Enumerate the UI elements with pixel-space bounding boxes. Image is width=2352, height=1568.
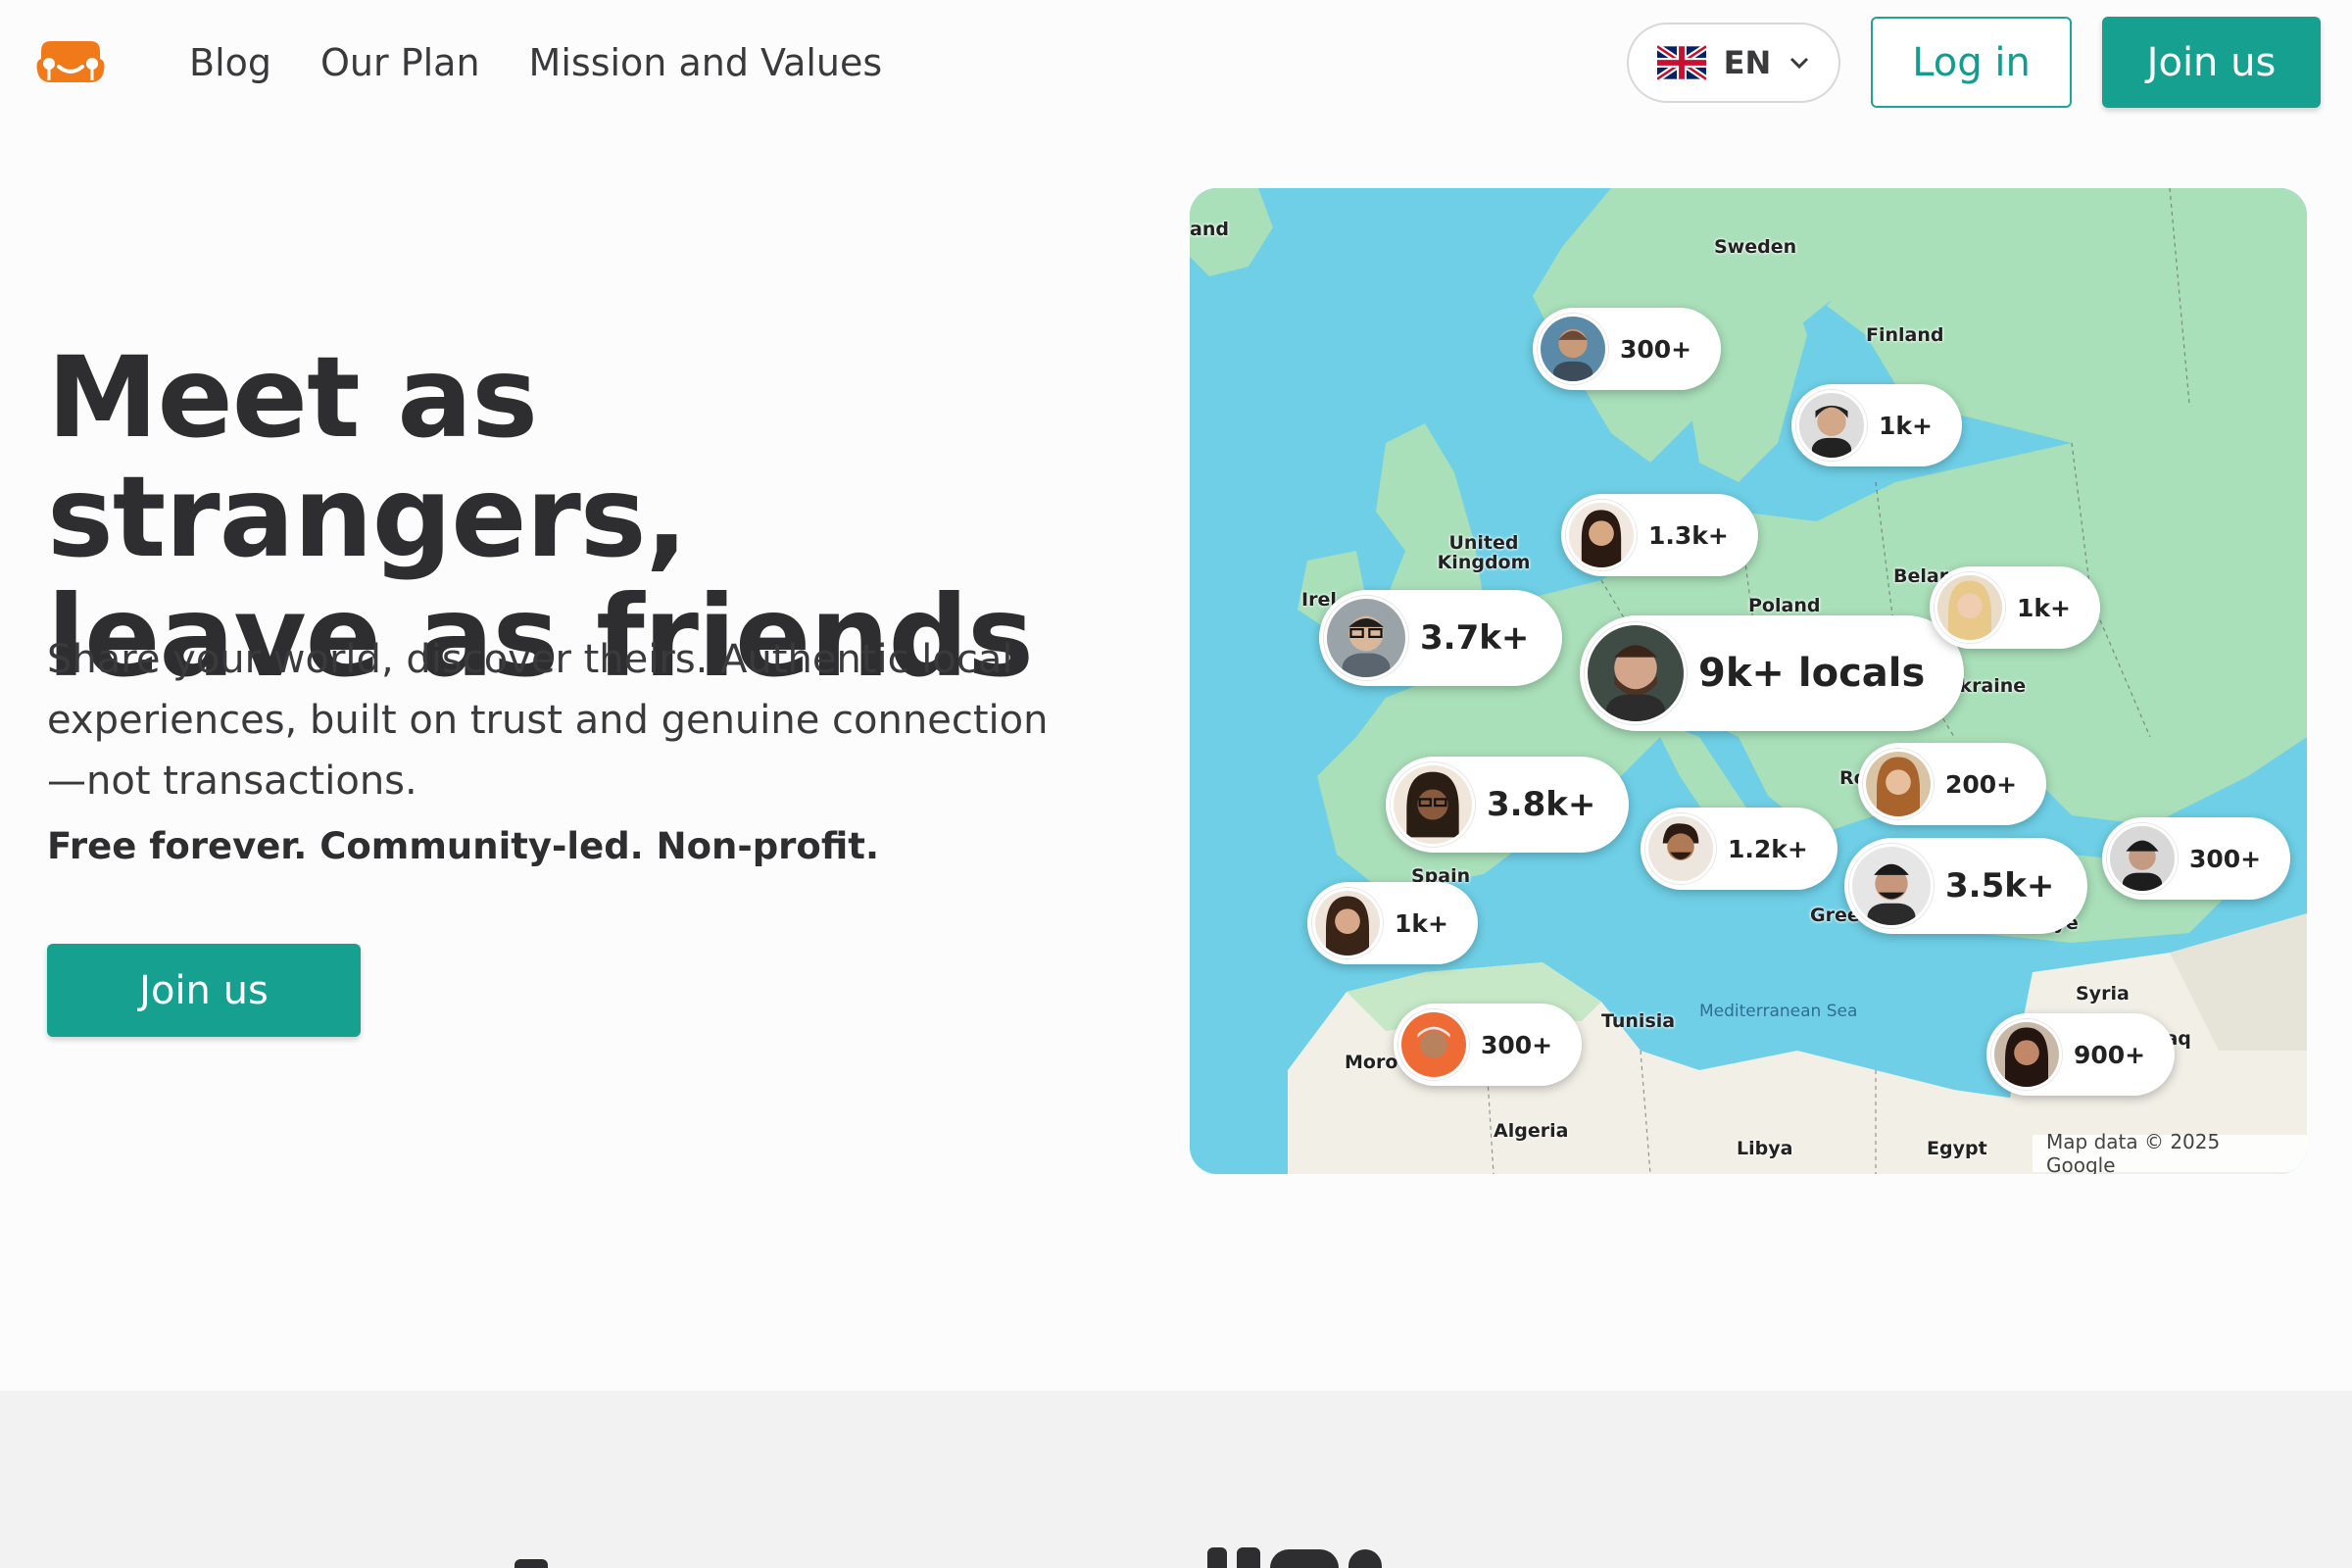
- map-pin-finland[interactable]: 1k+: [1791, 384, 1962, 466]
- language-selector[interactable]: EN: [1627, 23, 1840, 103]
- pin-count: 3.7k+: [1420, 618, 1530, 658]
- map-pin-denmark[interactable]: 1.3k+: [1561, 494, 1758, 576]
- logo-icon[interactable]: [35, 37, 106, 88]
- pin-count: 1k+: [2017, 593, 2071, 622]
- nav-blog-link[interactable]: Blog: [189, 37, 271, 88]
- country-label-iceland: and: [1190, 219, 1229, 240]
- country-label-syria: Syria: [2076, 983, 2130, 1004]
- pin-count: 1k+: [1879, 411, 1933, 440]
- map-pin-romania[interactable]: 200+: [1858, 743, 2047, 825]
- country-label-finland: Finland: [1866, 324, 1944, 346]
- map-credit: Map data © 2025 Google: [2033, 1130, 2307, 1174]
- pin-count: 900+: [2074, 1040, 2146, 1069]
- map-pin-greece[interactable]: 3.5k+: [1844, 838, 2088, 934]
- avatar: [1398, 1009, 1469, 1080]
- avatar: [1566, 500, 1637, 570]
- map-pin-belarus[interactable]: 1k+: [1930, 566, 2100, 649]
- heading-glyph-fragment: [1207, 1547, 1227, 1568]
- pin-count: 3.8k+: [1487, 785, 1596, 824]
- country-label-sweden: Sweden: [1714, 236, 1797, 258]
- avatar: [1849, 844, 1934, 928]
- heading-glyph-fragment: [1348, 1549, 1382, 1568]
- nav-our-plan-link[interactable]: Our Plan: [320, 37, 480, 88]
- map-pin-italy[interactable]: 1.2k+: [1641, 808, 1838, 890]
- map-pin-germany[interactable]: 9k+ locals: [1580, 615, 1965, 731]
- country-label-algeria: Algeria: [1494, 1120, 1569, 1142]
- heading-glyph-fragment: [1237, 1547, 1260, 1568]
- pin-count: 1k+: [1395, 908, 1448, 938]
- chevron-down-icon: [1790, 57, 1809, 70]
- pin-count: 3.5k+: [1945, 866, 2055, 906]
- country-label-morocco: Moro: [1345, 1052, 1398, 1073]
- country-label-uk: United Kingdom: [1437, 532, 1531, 573]
- map-pin-georgia[interactable]: 300+: [2102, 817, 2291, 900]
- heading-glyph-fragment: [1270, 1549, 1339, 1568]
- avatar: [1391, 762, 1475, 847]
- avatar: [1935, 572, 2005, 643]
- avatar: [1585, 622, 1687, 724]
- avatar: [1645, 813, 1716, 884]
- hero-join-button[interactable]: Join us: [47, 944, 361, 1037]
- header-join-button[interactable]: Join us: [2102, 17, 2321, 108]
- country-label-tunisia: Tunisia: [1601, 1010, 1676, 1032]
- avatar: [1324, 596, 1408, 680]
- pin-count: 300+: [2189, 844, 2262, 873]
- pin-count: 1.3k+: [1648, 520, 1729, 550]
- main-nav: Blog Our Plan Mission and Values: [189, 37, 882, 88]
- map-pin-france[interactable]: 3.8k+: [1386, 757, 1630, 853]
- map-pin-morocco[interactable]: 300+: [1394, 1004, 1583, 1086]
- nav-mission-link[interactable]: Mission and Values: [529, 37, 883, 88]
- heading-glyph-fragment: [514, 1559, 548, 1568]
- community-map[interactable]: and Sweden Finland United Kingdom Poland…: [1190, 188, 2307, 1174]
- pin-count: 9k+ locals: [1698, 651, 1926, 696]
- pin-count: 300+: [1481, 1030, 1553, 1059]
- pin-count: 300+: [1620, 334, 1692, 364]
- pin-count: 1.2k+: [1728, 834, 1808, 863]
- site-header: Blog Our Plan Mission and Values EN Log …: [0, 0, 2352, 127]
- map-pin-middle-east[interactable]: 900+: [1986, 1013, 2176, 1096]
- login-button[interactable]: Log in: [1871, 17, 2072, 108]
- lower-section: [0, 1391, 2352, 1568]
- avatar: [1991, 1019, 2062, 1090]
- avatar: [1312, 888, 1383, 958]
- hero-title-line1: Meet as strangers,: [47, 332, 688, 582]
- avatar: [2107, 823, 2178, 894]
- country-label-poland: Poland: [1748, 595, 1821, 616]
- map-pin-norway[interactable]: 300+: [1533, 308, 1722, 390]
- hero-tagline: Free forever. Community-led. Non-profit.: [47, 825, 880, 867]
- avatar: [1863, 749, 1934, 819]
- language-code: EN: [1723, 44, 1772, 81]
- avatar: [1538, 314, 1608, 384]
- country-label-libya: Libya: [1737, 1138, 1793, 1159]
- country-label-egypt: Egypt: [1927, 1138, 1987, 1159]
- pin-count: 200+: [1945, 769, 2018, 799]
- hero-subtitle: Share your world, discover theirs. Authe…: [47, 637, 1049, 804]
- sea-label: Mediterranean Sea: [1699, 1002, 1858, 1021]
- map-pin-uk[interactable]: 3.7k+: [1319, 590, 1563, 686]
- uk-flag-icon: [1656, 45, 1706, 80]
- avatar: [1796, 390, 1867, 461]
- map-pin-portugal[interactable]: 1k+: [1307, 882, 1478, 964]
